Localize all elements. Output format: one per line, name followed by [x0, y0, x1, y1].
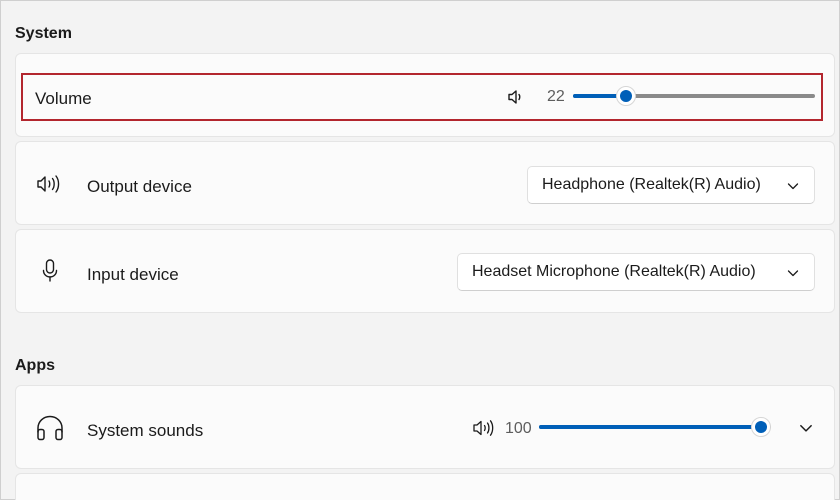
volume-slider-thumb[interactable]	[616, 86, 637, 106]
next-app-card	[15, 473, 835, 500]
system-sounds-slider-thumb[interactable]	[751, 417, 771, 437]
output-device-label: Output device	[87, 177, 192, 196]
apps-section-title: Apps	[15, 357, 55, 374]
system-section-title: System	[15, 25, 72, 42]
speaker-high-icon	[35, 172, 63, 196]
speaker-low-icon[interactable]	[505, 86, 527, 108]
input-device-dropdown[interactable]: Headset Microphone (Realtek(R) Audio)	[457, 253, 815, 291]
system-sounds-value: 100	[505, 420, 532, 437]
output-device-selected: Headphone (Realtek(R) Audio)	[542, 176, 761, 193]
system-sounds-slider[interactable]	[539, 417, 771, 437]
system-sounds-label: System sounds	[87, 421, 204, 440]
output-device-dropdown[interactable]: Headphone (Realtek(R) Audio)	[527, 166, 815, 204]
microphone-icon	[39, 258, 61, 284]
volume-label: Volume	[35, 89, 92, 108]
input-device-label: Input device	[87, 265, 179, 284]
chevron-down-icon	[786, 179, 800, 198]
volume-slider[interactable]	[573, 86, 815, 106]
chevron-down-icon	[786, 266, 800, 285]
chevron-down-icon[interactable]	[797, 419, 815, 437]
headphones-icon	[35, 414, 65, 442]
system-sounds-slider-fill	[539, 425, 761, 429]
volume-value: 22	[547, 88, 565, 105]
speaker-high-icon[interactable]	[471, 417, 497, 439]
input-device-selected: Headset Microphone (Realtek(R) Audio)	[472, 263, 756, 280]
sound-settings-window: System Volume 22 Output device Headphone…	[0, 0, 840, 500]
